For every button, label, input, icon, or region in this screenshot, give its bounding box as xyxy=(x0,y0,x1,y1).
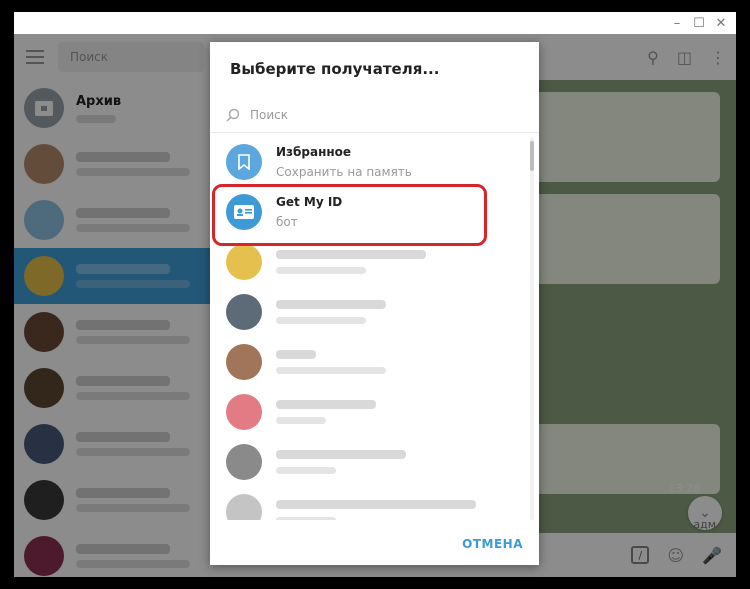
highlight-box xyxy=(212,184,487,246)
avatar xyxy=(226,494,262,520)
recipient-name: Избранное xyxy=(276,145,352,159)
cancel-button[interactable]: ОТМЕНА xyxy=(462,537,523,551)
divider xyxy=(210,132,539,133)
recipient-item[interactable] xyxy=(210,487,528,520)
recipient-item[interactable] xyxy=(210,287,528,337)
avatar xyxy=(226,394,262,430)
minimize-button[interactable]: – xyxy=(666,12,688,34)
avatar xyxy=(226,444,262,480)
select-recipient-dialog: Выберите получателя... Поиск Избранное С… xyxy=(210,42,539,565)
recipient-item[interactable] xyxy=(210,337,528,387)
maximize-button[interactable]: ☐ xyxy=(688,12,710,34)
avatar xyxy=(226,244,262,280)
close-button[interactable]: ✕ xyxy=(710,12,732,34)
recipient-item-saved[interactable]: Избранное Сохранить на память xyxy=(210,137,528,187)
title-bar: – ☐ ✕ xyxy=(14,12,736,34)
recipient-sub: Сохранить на память xyxy=(276,165,412,179)
dialog-search-placeholder: Поиск xyxy=(250,108,289,122)
bookmark-icon xyxy=(226,144,262,180)
avatar xyxy=(226,344,262,380)
recipient-item[interactable] xyxy=(210,437,528,487)
dialog-title: Выберите получателя... xyxy=(230,60,440,78)
avatar xyxy=(226,294,262,330)
recipient-item[interactable] xyxy=(210,387,528,437)
list-scrollbar[interactable] xyxy=(530,137,534,520)
search-icon xyxy=(226,108,240,122)
dialog-search-input[interactable]: Поиск xyxy=(226,104,526,126)
